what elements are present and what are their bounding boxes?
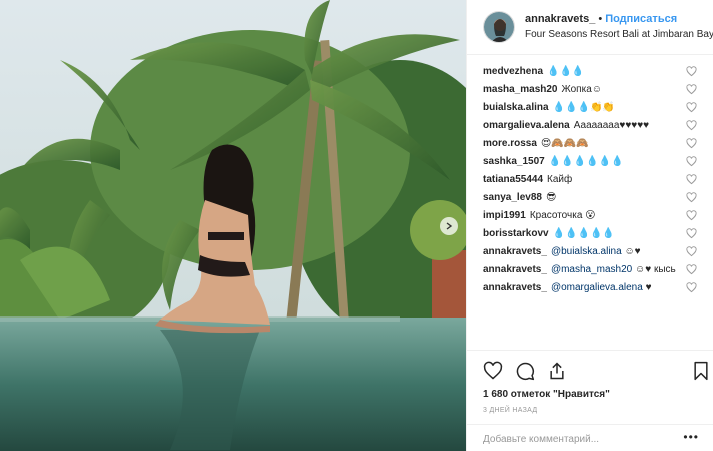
comment-mention[interactable]: @buialska.alina [551,246,622,257]
small-heart-icon[interactable] [686,264,697,275]
action-bar [467,350,713,390]
heart-icon[interactable] [483,361,503,381]
small-heart-icon[interactable] [686,156,697,167]
comment-username[interactable]: masha_mash20 [483,84,558,95]
bookmark-icon[interactable] [691,361,711,381]
small-heart-icon[interactable] [686,192,697,203]
add-comment-bar: ••• [467,424,713,451]
comment-text: 💧💧💧 [547,66,585,77]
post-image [0,0,466,451]
comment-mention[interactable]: @omargalieva.alena [551,282,643,293]
comment-input[interactable] [483,434,673,445]
comment-username[interactable]: annakravets_ [483,246,547,257]
separator-dot: • [598,13,603,25]
more-options-button[interactable]: ••• [683,430,699,444]
small-heart-icon[interactable] [686,228,697,239]
small-heart-icon[interactable] [686,174,697,185]
username-link[interactable]: annakravets_ [525,13,595,25]
comment-row: borisstarkovv 💧💧💧💧💧 [483,226,713,242]
comment-text: Красоточка 😮 [529,210,596,221]
comments-list: medvezhena 💧💧💧 masha_mash20 Жопка☺ buialska.… [483,64,713,350]
post-photo[interactable] [0,0,466,451]
comment-icon[interactable] [515,361,535,381]
small-heart-icon[interactable] [686,84,697,95]
comment-row: masha_mash20 Жопка☺ [483,82,713,98]
carousel-next-button[interactable] [440,217,458,235]
comment-text: ♥ [642,282,652,293]
follow-button[interactable]: Подписаться [605,13,677,25]
comment-username[interactable]: annakravets_ [483,282,547,293]
comment-row: buialska.alina 💧💧💧👏👏 [483,100,713,116]
avatar[interactable] [483,11,515,43]
comment-row: sanya_lev88 😎 [483,190,713,206]
comment-username[interactable]: sashka_1507 [483,156,545,167]
comment-text: Жопка☺ [561,84,602,95]
comment-row: annakravets_ @buialska.alina ☺♥ [483,244,713,260]
comment-text: Кайф [547,174,573,185]
comment-row: impi1991 Красоточка 😮 [483,208,713,224]
comment-username[interactable]: sanya_lev88 [483,192,542,203]
likes-count[interactable]: 1 680 отметок "Нравится" [483,389,610,400]
small-heart-icon[interactable] [686,66,697,77]
comment-username[interactable]: impi1991 [483,210,526,221]
comment-row: more.rossa 😍🙈🙈🙈 [483,136,713,152]
comment-username[interactable]: annakravets_ [483,264,547,275]
comment-text: ☺♥ кысь [632,264,676,275]
comment-text: 😍🙈🙈🙈 [540,138,589,149]
comment-username[interactable]: more.rossa [483,138,537,149]
small-heart-icon[interactable] [686,102,697,113]
small-heart-icon[interactable] [686,210,697,221]
comment-text: ☺♥ [621,246,641,257]
comment-username[interactable]: omargalieva.alena [483,120,570,131]
post-header: annakravets_ • Подписаться Four Seasons Re… [467,0,713,55]
comment-username[interactable]: tatiana55444 [483,174,543,185]
small-heart-icon[interactable] [686,282,697,293]
comment-text: 💧💧💧💧💧💧 [548,156,624,167]
comment-row: annakravets_ @masha_mash20 ☺♥ кысь [483,262,713,278]
comment-text: 💧💧💧💧💧 [552,228,615,239]
small-heart-icon[interactable] [686,120,697,131]
comment-username[interactable]: buialska.alina [483,102,549,113]
comment-text: 😎 [545,192,557,203]
comment-text: Аааааааа♥♥♥♥♥ [573,120,650,131]
chevron-right-icon [446,222,453,230]
post-sidebar: annakravets_ • Подписаться Four Seasons Re… [466,0,713,451]
comment-row: sashka_1507 💧💧💧💧💧💧 [483,154,713,170]
comment-mention[interactable]: @masha_mash20 [551,264,632,275]
location-link[interactable]: Four Seasons Resort Bali at Jimbaran Bay [525,27,713,42]
comment-row: omargalieva.alena Аааааааа♥♥♥♥♥ [483,118,713,134]
comment-username[interactable]: borisstarkovv [483,228,549,239]
small-heart-icon[interactable] [686,246,697,257]
comment-row: tatiana55444 Кайф [483,172,713,188]
comment-row: annakravets_ @omargalieva.alena ♥ [483,280,713,296]
avatar-image [484,12,514,42]
comment-text: 💧💧💧👏👏 [552,102,615,113]
comment-username[interactable]: medvezhena [483,66,543,77]
share-icon[interactable] [547,361,567,381]
comment-row: medvezhena 💧💧💧 [483,64,713,80]
post-timestamp: 3 ДНЕЙ НАЗАД [483,407,538,414]
small-heart-icon[interactable] [686,138,697,149]
